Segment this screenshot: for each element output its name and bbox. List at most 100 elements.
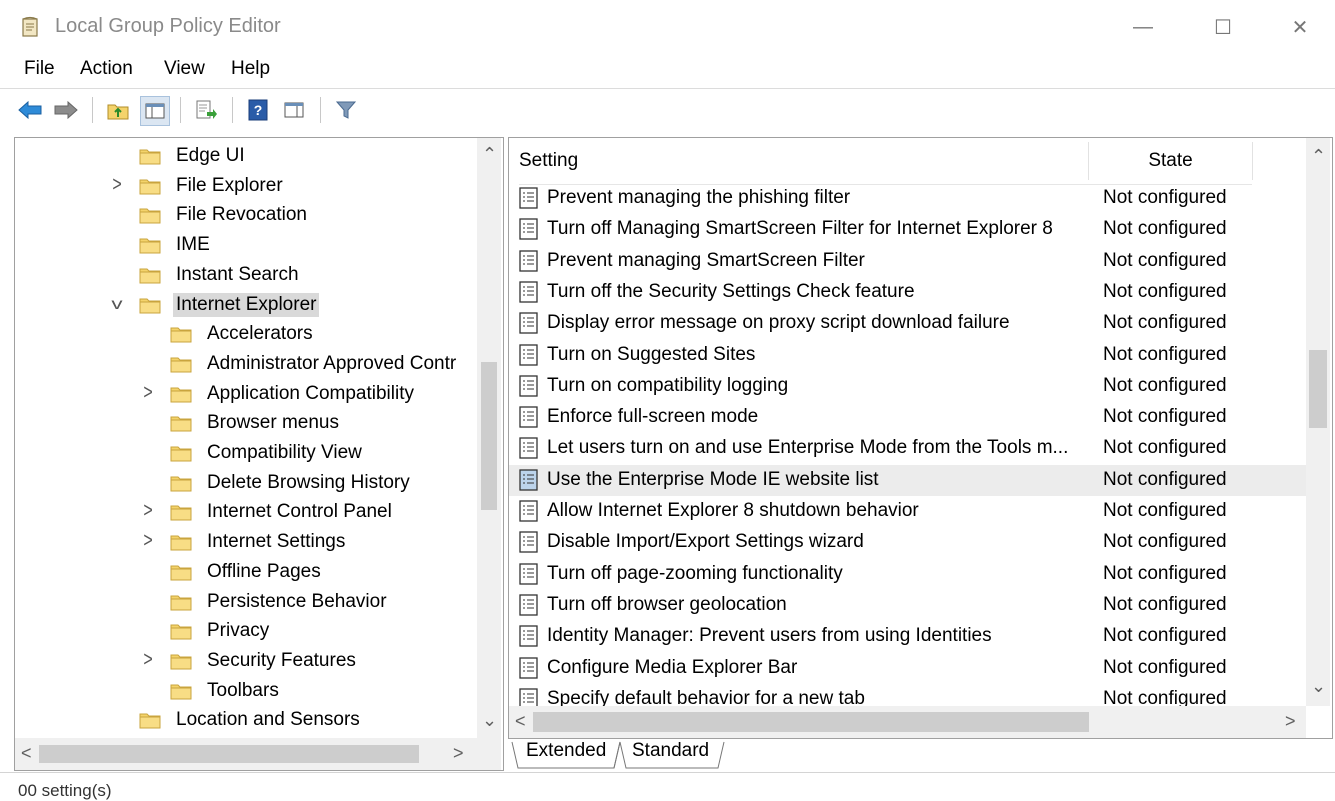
policy-setting-icon	[519, 469, 538, 491]
setting-row[interactable]: Identity Manager: Prevent users from usi…	[509, 621, 1307, 652]
collapse-chevron-icon[interactable]: v	[106, 296, 128, 313]
tab-extended[interactable]: Extended	[526, 740, 606, 762]
back-arrow-icon[interactable]	[16, 96, 44, 124]
setting-name: Display error message on proxy script do…	[547, 312, 1010, 334]
policy-tree[interactable]: ⌃ ⌄ < > Edge UI > File Explorer File Revoca…	[14, 137, 504, 771]
policy-editor-app-icon	[20, 16, 42, 38]
tree-item[interactable]: File Revocation	[139, 201, 310, 229]
filter-icon[interactable]	[332, 96, 360, 124]
policy-setting-icon	[519, 437, 538, 460]
tree-item[interactable]: Administrator Approved Contr	[170, 350, 459, 378]
scroll-left-arrow-icon[interactable]: <	[515, 711, 526, 732]
scroll-down-arrow-icon[interactable]: ⌄	[1311, 676, 1326, 697]
tree-item[interactable]: Location and Sensors	[139, 706, 363, 734]
setting-row[interactable]: Turn off page-zooming functionality Not c…	[509, 559, 1307, 590]
tree-item[interactable]: Privacy	[170, 617, 272, 645]
tree-horizontal-scrollbar[interactable]: < >	[15, 738, 501, 770]
tree-item[interactable]: Instant Search	[139, 261, 302, 289]
setting-row[interactable]: Display error message on proxy script do…	[509, 308, 1307, 339]
tree-item[interactable]: Delete Browsing History	[170, 469, 413, 497]
settings-list[interactable]: Setting State Prevent managing the phish…	[508, 137, 1333, 739]
help-icon[interactable]: ?	[244, 96, 272, 124]
tree-item[interactable]: Compatibility View	[170, 439, 365, 467]
tab-standard[interactable]: Standard	[632, 740, 709, 762]
scroll-up-arrow-icon[interactable]: ⌃	[482, 144, 497, 165]
setting-row[interactable]: Use the Enterprise Mode IE website list N…	[509, 464, 1307, 496]
tree-item-label: Internet Control Panel	[207, 501, 392, 523]
setting-state: Not configured	[1103, 625, 1227, 647]
tree-hscroll-thumb[interactable]	[39, 745, 419, 763]
column-divider[interactable]	[1252, 142, 1253, 180]
setting-row[interactable]: Prevent managing the phishing filter Not …	[509, 183, 1307, 214]
setting-row[interactable]: Turn on Suggested Sites Not configured	[509, 340, 1307, 371]
folder-icon	[139, 266, 161, 284]
column-header-state[interactable]: State	[1089, 138, 1252, 185]
menu-view[interactable]: View	[164, 58, 205, 80]
setting-row[interactable]: Configure Media Explorer Bar Not configur…	[509, 653, 1307, 684]
list-vertical-scrollbar[interactable]: ⌃ ⌄	[1306, 138, 1330, 706]
minimize-button[interactable]: —	[1120, 8, 1166, 46]
scroll-up-arrow-icon[interactable]: ⌃	[1311, 146, 1326, 167]
tree-item[interactable]: Browser menus	[170, 409, 342, 437]
tree-item[interactable]: > Security Features	[143, 647, 359, 675]
setting-row[interactable]: Enforce full-screen mode Not configured	[509, 402, 1307, 433]
column-header-setting[interactable]: Setting	[519, 138, 1089, 185]
folder-icon	[139, 147, 161, 165]
tree-item[interactable]: Offline Pages	[170, 558, 324, 586]
setting-row[interactable]: Disable Import/Export Settings wizard Not…	[509, 527, 1307, 558]
forward-arrow-icon[interactable]	[52, 96, 80, 124]
tree-item-label: Internet Explorer	[173, 292, 320, 317]
folder-icon	[170, 533, 192, 551]
tree-item[interactable]: Persistence Behavior	[170, 588, 390, 616]
folder-icon	[170, 622, 192, 640]
show-hide-tree-icon[interactable]	[140, 96, 170, 126]
expand-chevron-icon[interactable]: >	[140, 501, 156, 523]
scroll-right-arrow-icon[interactable]: >	[453, 743, 464, 764]
tree-item[interactable]: > File Explorer	[112, 172, 286, 200]
expand-chevron-icon[interactable]: >	[140, 382, 156, 404]
list-hscroll-thumb[interactable]	[533, 712, 1089, 732]
setting-row[interactable]: Turn off the Security Settings Check fea…	[509, 277, 1307, 308]
tree-item[interactable]: IME	[139, 231, 213, 259]
tree-item[interactable]: Edge UI	[139, 142, 248, 170]
setting-row[interactable]: Turn on compatibility logging Not configu…	[509, 371, 1307, 402]
tree-item-label: Offline Pages	[207, 560, 321, 582]
close-button[interactable]: ✕	[1277, 8, 1323, 46]
tree-item-label: Toolbars	[207, 679, 279, 701]
show-hide-action-pane-icon[interactable]	[280, 96, 308, 124]
scroll-right-arrow-icon[interactable]: >	[1285, 711, 1296, 732]
tree-scroll-thumb[interactable]	[481, 362, 497, 510]
expand-chevron-icon[interactable]: >	[109, 174, 125, 196]
setting-row[interactable]: Turn off browser geolocation Not configur…	[509, 590, 1307, 621]
tree-item[interactable]: > Application Compatibility	[143, 380, 417, 408]
setting-row[interactable]: Turn off Managing SmartScreen Filter for…	[509, 214, 1307, 245]
setting-row[interactable]: Let users turn on and use Enterprise Mod…	[509, 433, 1307, 464]
list-scroll-thumb[interactable]	[1309, 350, 1327, 428]
tree-item[interactable]: v Internet Explorer	[111, 291, 320, 319]
list-horizontal-scrollbar[interactable]: < >	[509, 706, 1306, 738]
menu-help[interactable]: Help	[231, 58, 270, 80]
setting-state: Not configured	[1103, 406, 1227, 428]
tree-vertical-scrollbar[interactable]: ⌃ ⌄	[477, 138, 501, 738]
tree-item[interactable]: Accelerators	[170, 320, 316, 348]
scroll-down-arrow-icon[interactable]: ⌄	[482, 710, 497, 731]
menu-action[interactable]: Action	[80, 58, 133, 80]
policy-setting-icon	[519, 312, 538, 334]
expand-chevron-icon[interactable]: >	[140, 530, 156, 552]
tree-item[interactable]: Toolbars	[170, 677, 282, 705]
expand-chevron-icon[interactable]: >	[140, 649, 156, 671]
tree-item[interactable]: > Internet Settings	[143, 528, 348, 556]
setting-state: Not configured	[1103, 187, 1227, 208]
setting-state: Not configured	[1103, 593, 1227, 615]
export-list-icon[interactable]	[192, 96, 220, 124]
tree-item[interactable]: > Internet Control Panel	[143, 498, 395, 526]
menu-file[interactable]: File	[24, 58, 55, 80]
policy-setting-icon	[519, 656, 538, 679]
scroll-left-arrow-icon[interactable]: <	[21, 743, 32, 764]
setting-state: Not configured	[1103, 531, 1227, 553]
folder-icon	[170, 444, 192, 462]
setting-row[interactable]: Prevent managing SmartScreen Filter Not c…	[509, 246, 1307, 277]
setting-row[interactable]: Allow Internet Explorer 8 shutdown behav…	[509, 496, 1307, 527]
maximize-button[interactable]: ☐	[1200, 8, 1246, 46]
up-folder-icon[interactable]	[104, 96, 132, 124]
